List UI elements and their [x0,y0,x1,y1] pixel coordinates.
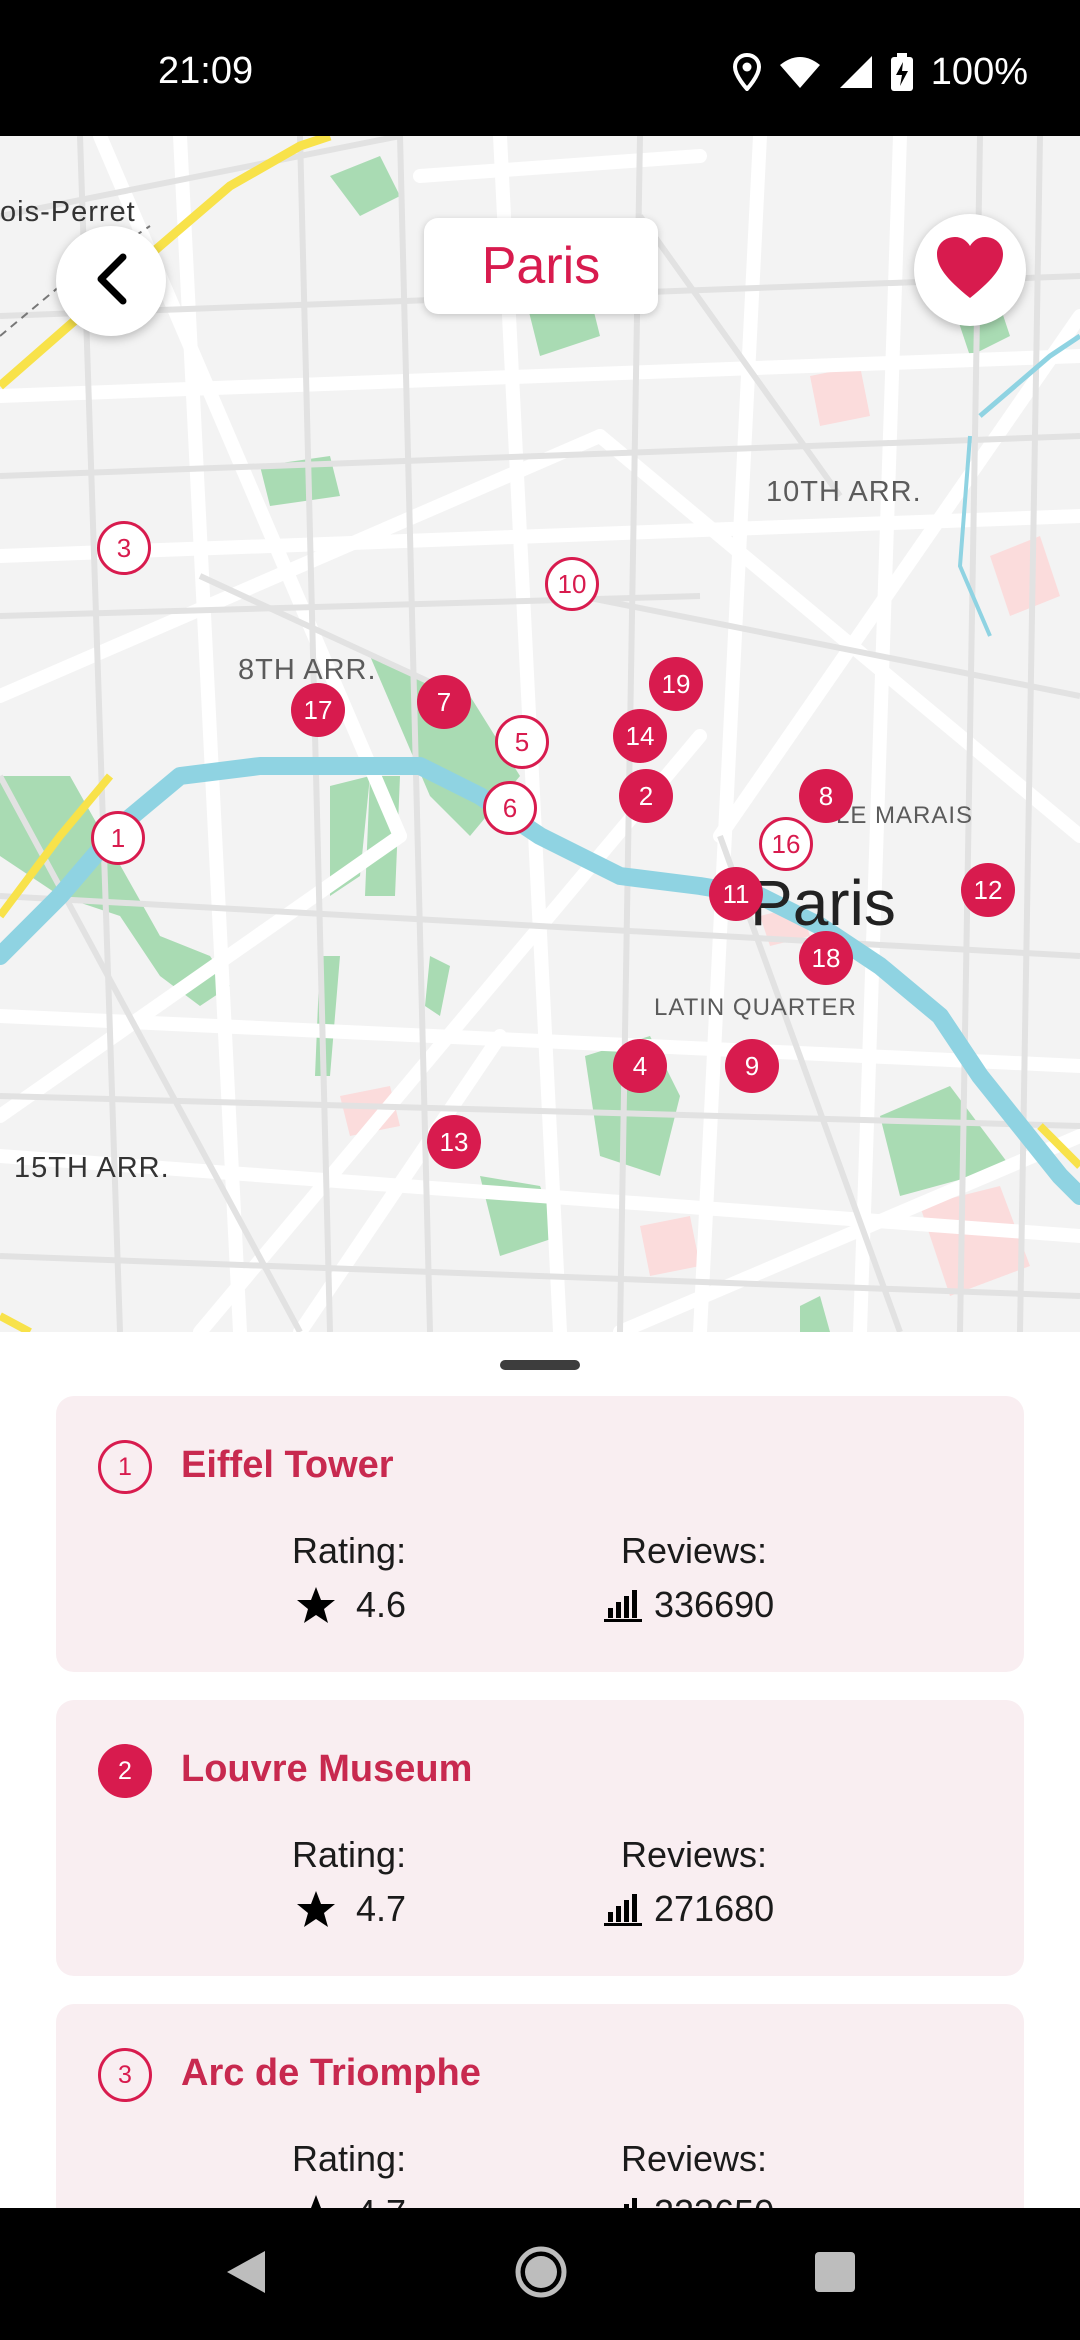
nav-back-button[interactable] [210,2208,280,2340]
map-marker-13[interactable]: 13 [427,1115,481,1169]
signal-icon [839,55,873,89]
reviews-value: 271680 [654,1888,775,1929]
map-marker-11[interactable]: 11 [709,867,763,921]
square-recents-icon [813,2250,857,2299]
place-card-louvre-museum[interactable]: 2 Louvre Museum Rating: 4.7 Reviews: 271… [56,1700,1024,1976]
map-label-10th-arr: 10TH ARR. [766,476,922,508]
favorite-button[interactable] [914,214,1026,326]
map-marker-19[interactable]: 19 [649,657,703,711]
map-marker-9[interactable]: 9 [725,1039,779,1093]
star-icon [296,2194,336,2208]
star-icon [296,1586,336,1624]
place-name: Arc de Triomphe [181,2052,481,2094]
map-label-latin-quarter: LATIN QUARTER [654,994,857,1021]
battery-percent: 100% [930,50,1028,93]
rating-label: Rating: [292,2138,407,2179]
status-time: 21:09 [158,50,254,92]
rating-label: Rating: [292,1834,407,1875]
map-marker-1[interactable]: 1 [91,811,145,865]
map-marker-4[interactable]: 4 [613,1039,667,1093]
map-marker-6[interactable]: 6 [483,781,537,835]
reviews-value-row: 271680 [604,1888,774,1930]
map-marker-3[interactable]: 3 [97,521,151,575]
place-number-badge: 1 [98,1440,152,1494]
map-label-paris: Paris [750,867,896,939]
reviews-value: 336690 [654,1584,775,1625]
map-label-8th-arr: 8TH ARR. [238,654,377,686]
place-card-eiffel-tower[interactable]: 1 Eiffel Tower Rating: 4.6 Reviews: 3366… [56,1396,1024,1672]
place-number-badge: 3 [98,2048,152,2102]
circle-home-icon [514,2245,568,2304]
map-marker-18[interactable]: 18 [799,931,853,985]
heart-icon [935,236,1005,305]
city-title: Paris [481,237,601,295]
map-marker-12[interactable]: 12 [961,863,1015,917]
bar-chart-icon [604,1588,642,1622]
map-marker-5[interactable]: 5 [495,715,549,769]
rating-value-row: 4.7 [296,2192,406,2208]
rating-value-row: 4.6 [296,1584,406,1626]
reviews-value: 223650 [654,2192,774,2208]
chevron-left-icon [91,253,131,310]
rating-value: 4.6 [356,1584,407,1625]
map-marker-7[interactable]: 7 [417,675,471,729]
system-navigation-bar [0,2208,1080,2340]
wifi-icon [779,55,821,89]
drag-handle[interactable] [500,1360,580,1370]
star-icon [296,1890,336,1928]
bar-chart-icon [604,2196,642,2208]
reviews-value-row: 336690 [604,1584,774,1626]
places-bottom-sheet[interactable]: 1 Eiffel Tower Rating: 4.6 Reviews: 3366… [0,1332,1080,2208]
rating-value: 4.7 [356,1888,407,1929]
bar-chart-icon [604,1892,642,1926]
back-button[interactable] [56,226,166,336]
map-label-corner: ois-Perret [0,196,136,228]
reviews-label: Reviews: [621,2138,768,2179]
reviews-value-row: 223650 [604,2192,774,2208]
map-view[interactable]: ois-Perret 10TH ARR. 8TH ARR. LE MARAIS … [0,136,1080,1332]
map-marker-2[interactable]: 2 [619,769,673,823]
battery-charging-icon [890,53,913,91]
map-marker-10[interactable]: 10 [545,557,599,611]
location-icon [732,53,761,91]
map-marker-16[interactable]: 16 [759,817,813,871]
place-name: Louvre Museum [181,1748,473,1790]
map-marker-17[interactable]: 17 [291,683,345,737]
place-name: Eiffel Tower [181,1444,394,1486]
rating-value-row: 4.7 [296,1888,406,1930]
triangle-back-icon [223,2249,267,2300]
rating-value: 4.7 [356,2192,406,2208]
map-marker-14[interactable]: 14 [613,709,667,763]
city-title-chip: Paris [424,218,658,314]
reviews-label: Reviews: [621,1834,768,1875]
place-number-badge: 2 [98,1744,152,1798]
reviews-label: Reviews: [621,1530,768,1571]
place-card-arc-de-triomphe[interactable]: 3 Arc de Triomphe Rating: 4.7 Reviews: 2… [56,2004,1024,2208]
nav-recents-button[interactable] [800,2208,870,2340]
rating-label: Rating: [292,1530,407,1571]
map-label-15th-arr: 15TH ARR. [14,1152,170,1184]
nav-home-button[interactable] [506,2208,576,2340]
map-label-le-marais: LE MARAIS [836,802,974,829]
status-bar: 21:09 100% [0,0,1080,136]
status-icons: 100% [732,50,1028,94]
map-marker-8[interactable]: 8 [799,769,853,823]
